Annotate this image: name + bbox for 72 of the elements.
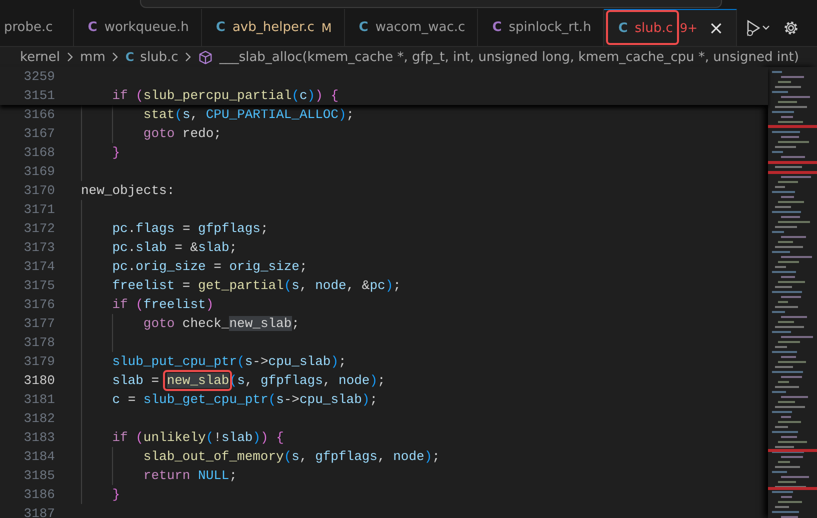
breadcrumb-item[interactable]: kernel: [20, 50, 60, 64]
line-number: 3185: [22, 468, 55, 483]
code-line: goto check_new_slab;: [142, 316, 300, 331]
code-line: slub_put_cpu_ptr(s->cpu_slab);: [111, 354, 346, 369]
line-number: 3186: [22, 487, 55, 502]
code-line: c = slub_get_cpu_ptr(s->cpu_slab);: [111, 392, 378, 407]
tab-label: slub.c: [634, 20, 673, 36]
c-file-icon: C: [88, 20, 98, 35]
line-number: 3183: [22, 430, 55, 445]
code-line: if (unlikely(!slab)) {: [111, 430, 284, 445]
c-file-icon: C: [125, 50, 134, 64]
line-number: 3259: [22, 69, 55, 84]
line-number: 3179: [22, 354, 55, 369]
line-number: 3167: [22, 126, 55, 141]
line-number: 3187: [22, 506, 55, 518]
breadcrumb-item[interactable]: slub.c: [140, 50, 178, 64]
line-number: 3151: [22, 88, 55, 103]
editor-tab[interactable]: C workqueue.h: [74, 9, 202, 46]
line-number: 3169: [22, 164, 55, 179]
line-number: 3168: [22, 145, 55, 160]
tab-label: wacom_wac.c: [375, 20, 466, 35]
problem-count: 9+: [680, 21, 698, 35]
code-line: pc.flags = gfpflags;: [111, 221, 268, 236]
modified-indicator: M: [321, 20, 332, 34]
code-line: slab_out_of_memory(s, gfpflags, node);: [142, 449, 440, 464]
c-file-icon: C: [492, 20, 502, 35]
tab-label: avb_helper.c: [232, 20, 314, 35]
code-line: }: [111, 487, 120, 502]
code-line: }: [111, 145, 120, 160]
tab-label: probe.c: [4, 20, 53, 35]
code-line: pc.slab = &slab;: [111, 240, 238, 255]
chevron-icon: [111, 52, 120, 62]
breadcrumb-item[interactable]: ___slab_alloc(kmem_cache *, gfp_t, int, unsigned long, kmem_cache_cpu *, unsigned int): [219, 50, 799, 64]
code-line: stat(s, CPU_PARTIAL_ALLOC);: [142, 107, 354, 122]
line-number: 3182: [22, 411, 55, 426]
close-button[interactable]: ×: [708, 18, 724, 38]
line-number: 3170: [22, 183, 55, 198]
tab-label: workqueue.h: [104, 20, 189, 35]
line-number: 3171: [22, 202, 55, 217]
code-line: freelist = get_partial(s, node, &pc);: [111, 278, 401, 293]
cube-icon: [198, 50, 214, 64]
code-line: pc.orig_size = orig_size;: [111, 259, 308, 274]
editor-tab[interactable]: C wacom_wac.c: [344, 9, 478, 46]
minimap-drawing[interactable]: [768, 67, 817, 518]
line-number: 3180: [22, 373, 55, 388]
run-debug-icon[interactable]: [744, 18, 771, 36]
line-number: 3173: [22, 240, 55, 255]
code-line: goto redo;: [142, 126, 222, 141]
line-number: 3184: [22, 449, 55, 464]
chevron-icon: [184, 52, 192, 62]
c-file-icon: C: [216, 20, 226, 35]
line-number: 3178: [22, 335, 55, 350]
code-line: new_objects:: [81, 183, 175, 198]
line-number: 3172: [22, 221, 55, 236]
c-file-icon: C: [358, 20, 368, 35]
line-number: 3166: [22, 107, 55, 122]
line-number: 3175: [22, 278, 55, 293]
editor-tab[interactable]: probe.c: [0, 9, 74, 46]
settings-icon[interactable]: [782, 20, 799, 36]
line-number: 3177: [22, 316, 55, 331]
chevron-icon: [66, 52, 74, 62]
code-line: if (freelist): [111, 297, 214, 312]
editor-tab[interactable]: C slub.c 9+ ×: [604, 9, 737, 46]
editor-tab[interactable]: C avb_helper.c M: [202, 9, 345, 46]
tab-label: spinlock_rt.h: [508, 20, 592, 35]
line-number: 3181: [22, 392, 55, 407]
line-number: 3176: [22, 297, 55, 312]
breadcrumb-item[interactable]: mm: [80, 50, 106, 64]
line-number: 3174: [22, 259, 55, 274]
code-line: return NULL;: [142, 468, 238, 483]
code-line: if (slub_percpu_partial(c)) {: [111, 88, 339, 103]
c-file-icon: C: [618, 20, 628, 36]
